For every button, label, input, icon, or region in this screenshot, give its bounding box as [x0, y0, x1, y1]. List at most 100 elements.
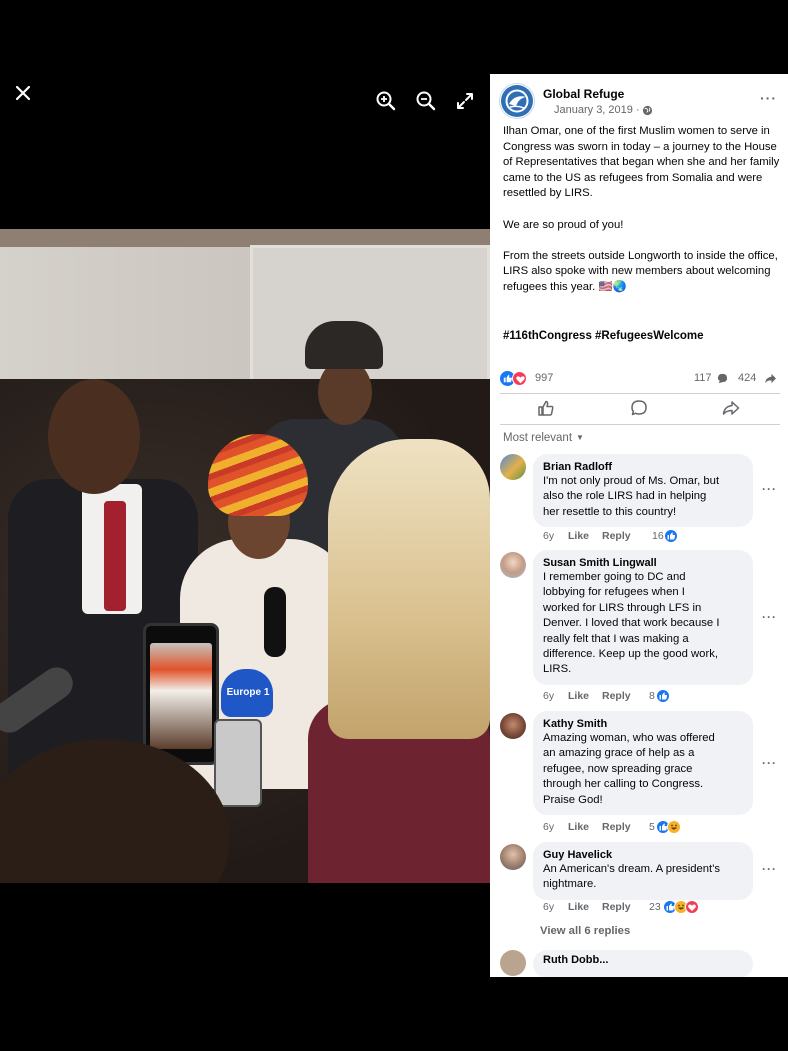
divider: [500, 424, 780, 425]
like-reaction-icon: [656, 689, 670, 703]
like-button[interactable]: [536, 398, 560, 420]
fullscreen-button[interactable]: [453, 89, 477, 113]
comment-actions: 6y Like Reply 16: [543, 529, 743, 546]
comment-more-button[interactable]: ···: [762, 862, 777, 876]
comment-sort-dropdown[interactable]: Most relevant ▼: [503, 432, 584, 444]
commenter-avatar[interactable]: [500, 454, 526, 480]
comment-reaction-count[interactable]: 23: [649, 901, 661, 913]
post-date[interactable]: January 3, 2019 ·: [554, 104, 640, 116]
comment-line: nightmare.: [543, 878, 597, 891]
comment-actions: 6y Like Reply 8: [543, 689, 743, 706]
comment-line: really felt that I was making a: [543, 632, 689, 645]
comment-like-button[interactable]: Like: [568, 530, 589, 542]
comment-line: An American's dream. A president's: [543, 863, 720, 875]
comment-bubble: Brian Radloff I'm not only proud of Ms. …: [533, 454, 753, 528]
post-photo[interactable]: Europe 1: [0, 229, 490, 883]
global-refuge-logo-icon: [501, 85, 533, 117]
commenter-name[interactable]: Susan Smith Lingwall: [543, 556, 743, 570]
close-icon: [15, 85, 31, 101]
zoom-out-button[interactable]: [414, 89, 438, 113]
commenter-name[interactable]: Ruth Dobb...: [543, 954, 743, 966]
comment-reaction-count[interactable]: 16: [652, 530, 664, 542]
post-panel: Global Refuge January 3, 2019 · ··· Ilha…: [490, 74, 788, 977]
comment-button[interactable]: [629, 398, 653, 420]
comment-reply-button[interactable]: Reply: [602, 690, 631, 702]
reactions-count[interactable]: 997: [535, 372, 553, 384]
commenter-name[interactable]: Kathy Smith: [543, 717, 743, 731]
comment-more-button[interactable]: ···: [762, 610, 777, 624]
comments-count[interactable]: 117: [694, 372, 712, 384]
page-avatar[interactable]: [500, 84, 534, 118]
comment-partial: Ruth Dobb...: [500, 948, 780, 977]
comment-actions: 6y Like Reply 5: [543, 820, 743, 837]
photo-microphone: [264, 587, 286, 657]
share-button[interactable]: [721, 398, 745, 420]
close-button[interactable]: [11, 81, 35, 105]
comment-reaction-count[interactable]: 5: [649, 821, 655, 833]
shares-count[interactable]: 424: [738, 372, 756, 384]
globe-icon: [642, 105, 653, 116]
comment-actions: 6y Like Reply 23: [543, 900, 763, 917]
zoom-out-icon: [416, 91, 436, 111]
commenter-avatar[interactable]: [500, 844, 526, 870]
comment-line: Amazing woman, who was offered: [543, 732, 715, 744]
comment-bubble: Susan Smith Lingwall I remember going to…: [533, 550, 753, 685]
love-reaction-icon: [512, 371, 527, 386]
comment-age[interactable]: 6y: [543, 530, 554, 542]
comment-age[interactable]: 6y: [543, 901, 554, 913]
comment-icon: [631, 400, 647, 416]
comment-age[interactable]: 6y: [543, 821, 554, 833]
comment-reply-button[interactable]: Reply: [602, 530, 631, 542]
comment-more-button[interactable]: ···: [762, 482, 777, 496]
post-more-button[interactable]: ···: [760, 90, 777, 106]
comment-line: lobbying for refugees when I: [543, 586, 685, 599]
photo-man-left-head: [48, 379, 140, 494]
comment-bubble: Ruth Dobb...: [533, 950, 753, 977]
comment-like-button[interactable]: Like: [568, 690, 589, 702]
fullscreen-icon: [457, 93, 473, 109]
comment-line: refugee, now spreading grace: [543, 762, 693, 775]
comment-line: Praise God!: [543, 793, 603, 806]
commenter-name[interactable]: Guy Havelick: [543, 848, 743, 862]
post-text: Ilhan Omar, one of the first Muslim wome…: [503, 124, 781, 311]
comment-line: I remember going to DC and: [543, 571, 686, 583]
zoom-in-button[interactable]: [374, 89, 398, 113]
comment-like-button[interactable]: Like: [568, 821, 589, 833]
comment-reply-button[interactable]: Reply: [602, 901, 631, 913]
comment-line: through her calling to Congress.: [543, 778, 704, 791]
comment-line: worked for LIRS through LFS in: [543, 601, 702, 614]
photo-reporter-hair: [328, 439, 490, 739]
page-name[interactable]: Global Refuge: [543, 87, 624, 101]
comment-line: difference. Keep up the good work,: [543, 648, 719, 661]
comment-more-button[interactable]: ···: [762, 756, 777, 770]
view-all-replies-link[interactable]: View all 6 replies: [540, 925, 630, 937]
commenter-avatar[interactable]: [500, 552, 526, 578]
caret-down-icon: ▼: [576, 433, 584, 442]
comment-age[interactable]: 6y: [543, 690, 554, 702]
comment-like-button[interactable]: Like: [568, 901, 589, 913]
thumbs-up-icon: [538, 400, 554, 416]
comment-line: an amazing grace of help as a: [543, 747, 695, 760]
comment-line: her resettle to this country!: [543, 505, 677, 518]
post-paragraph: Ilhan Omar, one of the first Muslim wome…: [503, 125, 780, 200]
post-paragraph: From the streets outside Longworth to in…: [503, 249, 778, 293]
commenter-avatar[interactable]: [500, 950, 526, 976]
photo-tie: [104, 501, 126, 611]
share-arrow-icon: [765, 373, 776, 384]
photo-recorder: [214, 719, 262, 807]
comment-bubble: Kathy Smith Amazing woman, who was offer…: [533, 711, 753, 816]
love-reaction-icon: [685, 900, 699, 914]
comment-reaction-count[interactable]: 8: [649, 690, 655, 702]
haha-reaction-icon: [667, 820, 681, 834]
post-hashtags[interactable]: #116thCongress #RefugeesWelcome: [503, 330, 703, 342]
photo-europe1-label: Europe 1: [226, 687, 270, 698]
comment-line: Denver. I loved that work because I: [543, 617, 720, 630]
divider: [500, 393, 780, 394]
post-header: Global Refuge January 3, 2019 · ···: [500, 84, 780, 120]
comment-reply-button[interactable]: Reply: [602, 821, 631, 833]
comment-bubble-icon: [717, 373, 728, 384]
commenter-name[interactable]: Brian Radloff: [543, 460, 743, 474]
comment-line: I'm not only proud of Ms. Omar, but: [543, 475, 720, 487]
commenter-avatar[interactable]: [500, 713, 526, 739]
like-reaction-icon: [664, 529, 678, 543]
